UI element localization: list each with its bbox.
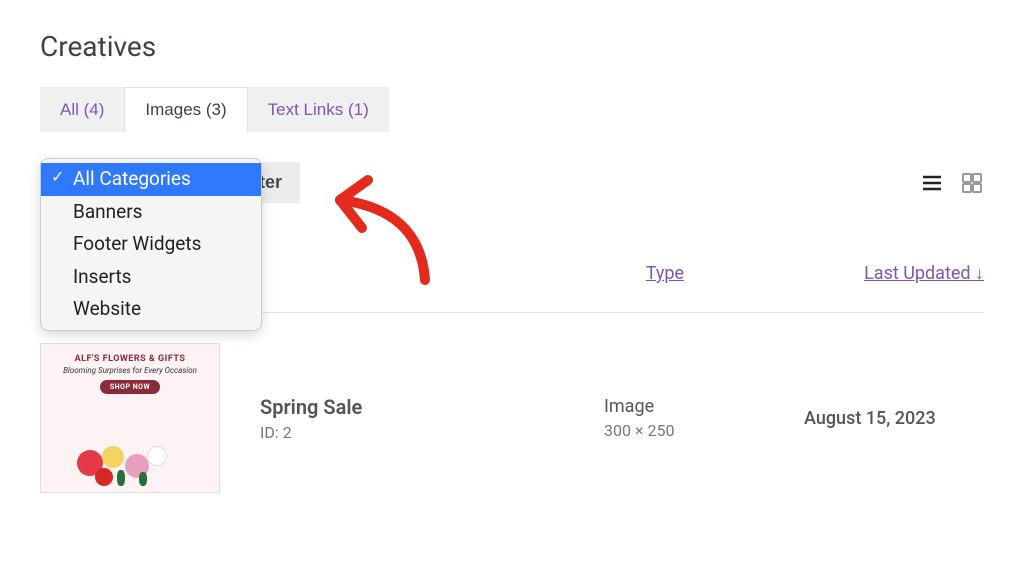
- dropdown-item-footer-widgets[interactable]: Footer Widgets: [41, 228, 261, 261]
- creative-thumbnail[interactable]: ALF'S FLOWERS & GIFTS Blooming Surprises…: [40, 343, 220, 493]
- view-toggles: [920, 171, 984, 195]
- dropdown-item-all-categories[interactable]: All Categories: [41, 163, 261, 196]
- category-dropdown[interactable]: All Categories Banners Footer Widgets In…: [40, 158, 262, 331]
- dropdown-item-website[interactable]: Website: [41, 293, 261, 326]
- page-title: Creatives: [40, 30, 1024, 63]
- creative-id: ID: 2: [260, 423, 604, 442]
- tab-all[interactable]: All (4): [40, 87, 124, 132]
- creative-date: August 15, 2023: [804, 408, 984, 429]
- thumb-brand: ALF'S FLOWERS & GIFTS: [75, 354, 186, 364]
- tab-text-links[interactable]: Text Links (1): [248, 87, 389, 132]
- dropdown-item-inserts[interactable]: Inserts: [41, 261, 261, 294]
- thumb-cta: SHOP NOW: [100, 380, 160, 394]
- thumb-tagline: Blooming Surprises for Every Occasion: [63, 366, 197, 376]
- tabs: All (4) Images (3) Text Links (1): [40, 87, 1024, 132]
- dropdown-item-banners[interactable]: Banners: [41, 196, 261, 229]
- type-column: Image 300 × 250: [604, 396, 804, 440]
- column-last-updated[interactable]: Last Updated: [864, 263, 984, 284]
- column-type[interactable]: Type: [646, 263, 684, 284]
- table-row: ALF'S FLOWERS & GIFTS Blooming Surprises…: [40, 343, 984, 493]
- creative-type: Image: [604, 396, 804, 417]
- creative-name[interactable]: Spring Sale: [260, 395, 604, 419]
- name-column: Spring Sale ID: 2: [260, 395, 604, 442]
- filter-row: All Categories Banners Footer Widgets In…: [40, 162, 984, 203]
- list-view-icon[interactable]: [920, 171, 944, 195]
- creative-dimensions: 300 × 250: [604, 421, 804, 440]
- thumb-flowers-illustration: [47, 416, 213, 486]
- grid-view-icon[interactable]: [960, 171, 984, 195]
- tab-images[interactable]: Images (3): [124, 87, 247, 132]
